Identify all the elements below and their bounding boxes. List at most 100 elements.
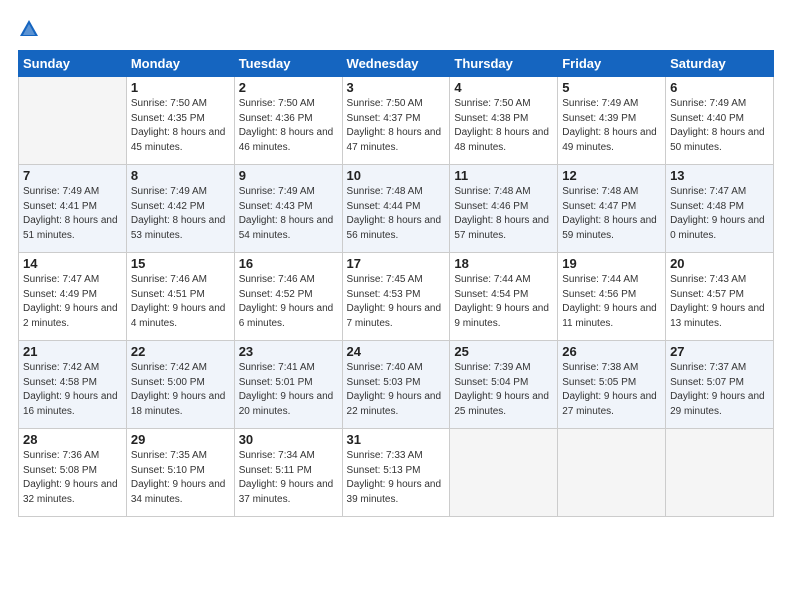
day-number: 18 <box>454 256 553 271</box>
calendar-cell: 9 Sunrise: 7:49 AM Sunset: 4:43 PM Daylig… <box>234 165 342 253</box>
calendar-cell: 12 Sunrise: 7:48 AM Sunset: 4:47 PM Dayli… <box>558 165 666 253</box>
day-detail: Sunrise: 7:43 AM Sunset: 4:57 PM Dayligh… <box>670 273 769 331</box>
day-number: 2 <box>239 80 338 95</box>
day-number: 17 <box>347 256 446 271</box>
calendar-cell: 20 Sunrise: 7:43 AM Sunset: 4:57 PM Dayli… <box>666 253 774 341</box>
weekday-header-thursday: Thursday <box>450 51 558 77</box>
day-number: 20 <box>670 256 769 271</box>
week-row-4: 21 Sunrise: 7:42 AM Sunset: 4:58 PM Dayli… <box>19 341 774 429</box>
day-number: 19 <box>562 256 661 271</box>
calendar-cell: 16 Sunrise: 7:46 AM Sunset: 4:52 PM Dayli… <box>234 253 342 341</box>
day-number: 23 <box>239 344 338 359</box>
logo-icon <box>18 18 40 40</box>
day-number: 27 <box>670 344 769 359</box>
day-number: 21 <box>23 344 122 359</box>
day-detail: Sunrise: 7:46 AM Sunset: 4:52 PM Dayligh… <box>239 273 338 331</box>
day-number: 5 <box>562 80 661 95</box>
day-number: 29 <box>131 432 230 447</box>
day-detail: Sunrise: 7:49 AM Sunset: 4:43 PM Dayligh… <box>239 185 338 243</box>
calendar-cell <box>450 429 558 517</box>
day-detail: Sunrise: 7:44 AM Sunset: 4:54 PM Dayligh… <box>454 273 553 331</box>
calendar-cell: 5 Sunrise: 7:49 AM Sunset: 4:39 PM Daylig… <box>558 77 666 165</box>
calendar-cell: 6 Sunrise: 7:49 AM Sunset: 4:40 PM Daylig… <box>666 77 774 165</box>
day-detail: Sunrise: 7:49 AM Sunset: 4:39 PM Dayligh… <box>562 97 661 155</box>
day-detail: Sunrise: 7:50 AM Sunset: 4:36 PM Dayligh… <box>239 97 338 155</box>
day-number: 9 <box>239 168 338 183</box>
day-detail: Sunrise: 7:50 AM Sunset: 4:38 PM Dayligh… <box>454 97 553 155</box>
day-detail: Sunrise: 7:47 AM Sunset: 4:48 PM Dayligh… <box>670 185 769 243</box>
day-number: 31 <box>347 432 446 447</box>
calendar-cell: 11 Sunrise: 7:48 AM Sunset: 4:46 PM Dayli… <box>450 165 558 253</box>
day-number: 16 <box>239 256 338 271</box>
day-number: 13 <box>670 168 769 183</box>
day-number: 4 <box>454 80 553 95</box>
weekday-header-wednesday: Wednesday <box>342 51 450 77</box>
calendar-cell: 22Sunrise: 7:42 AM Sunset: 5:00 PM Dayli… <box>126 341 234 429</box>
week-row-3: 14 Sunrise: 7:47 AM Sunset: 4:49 PM Dayli… <box>19 253 774 341</box>
calendar-cell: 7 Sunrise: 7:49 AM Sunset: 4:41 PM Daylig… <box>19 165 127 253</box>
calendar-cell: 4 Sunrise: 7:50 AM Sunset: 4:38 PM Daylig… <box>450 77 558 165</box>
calendar-cell: 8Sunrise: 7:49 AM Sunset: 4:42 PM Daylig… <box>126 165 234 253</box>
day-number: 25 <box>454 344 553 359</box>
calendar-cell: 14 Sunrise: 7:47 AM Sunset: 4:49 PM Dayli… <box>19 253 127 341</box>
day-number: 6 <box>670 80 769 95</box>
header <box>18 18 774 40</box>
calendar-cell: 18 Sunrise: 7:44 AM Sunset: 4:54 PM Dayli… <box>450 253 558 341</box>
day-detail: Sunrise: 7:37 AM Sunset: 5:07 PM Dayligh… <box>670 361 769 419</box>
weekday-header-saturday: Saturday <box>666 51 774 77</box>
calendar-cell <box>558 429 666 517</box>
calendar-cell: 17Sunrise: 7:45 AM Sunset: 4:53 PM Dayli… <box>342 253 450 341</box>
day-number: 12 <box>562 168 661 183</box>
day-detail: Sunrise: 7:33 AM Sunset: 5:13 PM Dayligh… <box>347 449 446 507</box>
day-detail: Sunrise: 7:46 AM Sunset: 4:51 PM Dayligh… <box>131 273 230 331</box>
calendar-table: SundayMondayTuesdayWednesdayThursdayFrid… <box>18 50 774 517</box>
day-detail: Sunrise: 7:48 AM Sunset: 4:44 PM Dayligh… <box>347 185 446 243</box>
day-detail: Sunrise: 7:49 AM Sunset: 4:41 PM Dayligh… <box>23 185 122 243</box>
day-detail: Sunrise: 7:34 AM Sunset: 5:11 PM Dayligh… <box>239 449 338 507</box>
calendar-page: SundayMondayTuesdayWednesdayThursdayFrid… <box>0 0 792 612</box>
day-number: 15 <box>131 256 230 271</box>
day-detail: Sunrise: 7:41 AM Sunset: 5:01 PM Dayligh… <box>239 361 338 419</box>
day-detail: Sunrise: 7:47 AM Sunset: 4:49 PM Dayligh… <box>23 273 122 331</box>
day-number: 11 <box>454 168 553 183</box>
day-number: 22 <box>131 344 230 359</box>
calendar-cell: 2 Sunrise: 7:50 AM Sunset: 4:36 PM Daylig… <box>234 77 342 165</box>
day-number: 28 <box>23 432 122 447</box>
day-detail: Sunrise: 7:40 AM Sunset: 5:03 PM Dayligh… <box>347 361 446 419</box>
day-detail: Sunrise: 7:42 AM Sunset: 4:58 PM Dayligh… <box>23 361 122 419</box>
day-number: 26 <box>562 344 661 359</box>
calendar-cell <box>19 77 127 165</box>
calendar-cell: 24Sunrise: 7:40 AM Sunset: 5:03 PM Dayli… <box>342 341 450 429</box>
day-number: 8 <box>131 168 230 183</box>
calendar-cell: 29 Sunrise: 7:35 AM Sunset: 5:10 PM Dayli… <box>126 429 234 517</box>
calendar-cell: 3 Sunrise: 7:50 AM Sunset: 4:37 PM Daylig… <box>342 77 450 165</box>
day-detail: Sunrise: 7:36 AM Sunset: 5:08 PM Dayligh… <box>23 449 122 507</box>
day-detail: Sunrise: 7:48 AM Sunset: 4:46 PM Dayligh… <box>454 185 553 243</box>
week-row-5: 28 Sunrise: 7:36 AM Sunset: 5:08 PM Dayli… <box>19 429 774 517</box>
weekday-header-friday: Friday <box>558 51 666 77</box>
calendar-cell: 26 Sunrise: 7:38 AM Sunset: 5:05 PM Dayli… <box>558 341 666 429</box>
day-number: 3 <box>347 80 446 95</box>
day-detail: Sunrise: 7:50 AM Sunset: 4:37 PM Dayligh… <box>347 97 446 155</box>
calendar-cell: 25Sunrise: 7:39 AM Sunset: 5:04 PM Dayli… <box>450 341 558 429</box>
day-number: 7 <box>23 168 122 183</box>
calendar-cell: 1Sunrise: 7:50 AM Sunset: 4:35 PM Daylig… <box>126 77 234 165</box>
calendar-cell: 30 Sunrise: 7:34 AM Sunset: 5:11 PM Dayli… <box>234 429 342 517</box>
day-number: 10 <box>347 168 446 183</box>
day-detail: Sunrise: 7:49 AM Sunset: 4:40 PM Dayligh… <box>670 97 769 155</box>
calendar-cell: 15 Sunrise: 7:46 AM Sunset: 4:51 PM Dayli… <box>126 253 234 341</box>
calendar-cell: 13 Sunrise: 7:47 AM Sunset: 4:48 PM Dayli… <box>666 165 774 253</box>
calendar-cell: 28 Sunrise: 7:36 AM Sunset: 5:08 PM Dayli… <box>19 429 127 517</box>
week-row-2: 7 Sunrise: 7:49 AM Sunset: 4:41 PM Daylig… <box>19 165 774 253</box>
day-number: 14 <box>23 256 122 271</box>
day-detail: Sunrise: 7:35 AM Sunset: 5:10 PM Dayligh… <box>131 449 230 507</box>
weekday-header-monday: Monday <box>126 51 234 77</box>
calendar-cell: 21 Sunrise: 7:42 AM Sunset: 4:58 PM Dayli… <box>19 341 127 429</box>
calendar-cell: 31 Sunrise: 7:33 AM Sunset: 5:13 PM Dayli… <box>342 429 450 517</box>
day-detail: Sunrise: 7:48 AM Sunset: 4:47 PM Dayligh… <box>562 185 661 243</box>
calendar-cell: 27 Sunrise: 7:37 AM Sunset: 5:07 PM Dayli… <box>666 341 774 429</box>
day-number: 30 <box>239 432 338 447</box>
day-detail: Sunrise: 7:50 AM Sunset: 4:35 PM Dayligh… <box>131 97 230 155</box>
day-detail: Sunrise: 7:38 AM Sunset: 5:05 PM Dayligh… <box>562 361 661 419</box>
calendar-cell: 10 Sunrise: 7:48 AM Sunset: 4:44 PM Dayli… <box>342 165 450 253</box>
